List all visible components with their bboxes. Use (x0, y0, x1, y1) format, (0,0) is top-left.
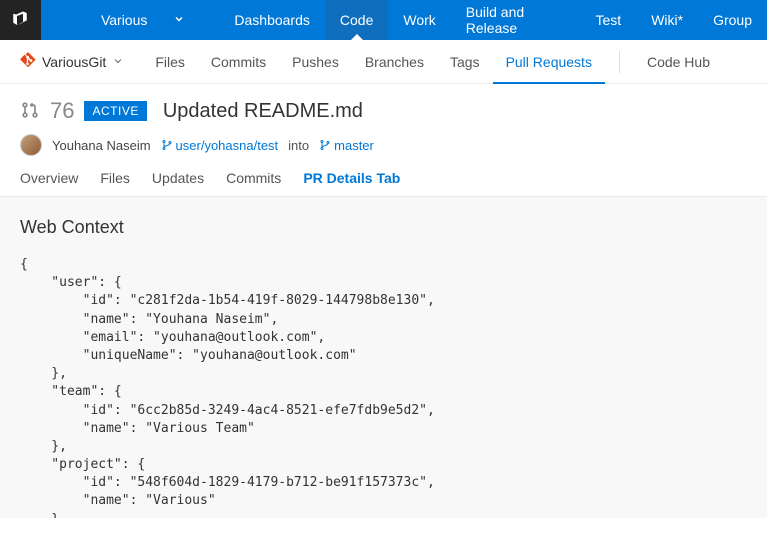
chevron-down-icon (173, 12, 185, 28)
web-context-json: { "user": { "id": "c281f2da-1b54-419f-80… (20, 256, 747, 518)
chevron-down-icon (112, 54, 124, 70)
global-nav: Various DashboardsCodeWorkBuild and Rele… (0, 0, 767, 40)
subnav-item-pushes[interactable]: Pushes (279, 40, 352, 84)
vsts-logo-icon (11, 10, 29, 31)
pr-tabs: Overview Files Updates Commits PR Details Ta… (0, 156, 767, 197)
git-icon (20, 52, 36, 71)
source-branch[interactable]: user/yohasna/test (161, 138, 279, 153)
target-branch[interactable]: master (319, 138, 374, 153)
repo-selector[interactable]: VariousGit (20, 52, 124, 71)
pr-tab-files[interactable]: Files (100, 170, 130, 196)
pr-number: 76 (50, 98, 74, 124)
pr-tab-commits[interactable]: Commits (226, 170, 281, 196)
divider (619, 51, 620, 73)
topnav-item-group[interactable]: Group (698, 0, 767, 40)
code-hub-link[interactable]: Code Hub (634, 40, 723, 84)
subnav-item-branches[interactable]: Branches (352, 40, 437, 84)
pr-meta: Youhana Naseim user/yohasna/test into ma… (20, 134, 747, 156)
pr-title: Updated README.md (163, 100, 363, 123)
top-nav-items: DashboardsCodeWorkBuild and ReleaseTestW… (219, 0, 767, 40)
source-branch-name: user/yohasna/test (176, 138, 279, 153)
subnav-item-commits[interactable]: Commits (198, 40, 279, 84)
pr-author[interactable]: Youhana Naseim (52, 138, 151, 153)
topnav-item-code[interactable]: Code (325, 0, 388, 40)
subnav-item-pull-requests[interactable]: Pull Requests (493, 40, 605, 84)
pr-status-badge: ACTIVE (84, 101, 146, 121)
pr-tab-updates[interactable]: Updates (152, 170, 204, 196)
topnav-item-dashboards[interactable]: Dashboards (219, 0, 325, 40)
project-name: Various (101, 12, 147, 28)
pr-tab-overview[interactable]: Overview (20, 170, 78, 196)
topnav-item-build-and-release[interactable]: Build and Release (451, 0, 581, 40)
subnav-items: FilesCommitsPushesBranchesTagsPull Reque… (142, 40, 605, 84)
pr-header: 76 ACTIVE Updated README.md Youhana Nase… (0, 84, 767, 156)
vsts-logo[interactable] (0, 0, 41, 40)
subnav-item-tags[interactable]: Tags (437, 40, 493, 84)
topnav-item-test[interactable]: Test (581, 0, 637, 40)
code-subnav: VariousGit FilesCommitsPushesBranchesTag… (0, 40, 767, 84)
target-branch-name: master (334, 138, 374, 153)
topnav-item-wiki-[interactable]: Wiki* (636, 0, 698, 40)
pull-request-icon (20, 100, 40, 123)
pr-details-panel: Web Context { "user": { "id": "c281f2da-… (0, 197, 767, 518)
repo-name: VariousGit (42, 54, 106, 70)
pr-tab-pr-details-tab[interactable]: PR Details Tab (303, 170, 400, 196)
subnav-item-files[interactable]: Files (142, 40, 198, 84)
project-selector[interactable]: Various (41, 0, 219, 40)
pr-title-row: 76 ACTIVE Updated README.md (20, 98, 747, 124)
topnav-item-work[interactable]: Work (388, 0, 450, 40)
avatar[interactable] (20, 134, 42, 156)
into-label: into (288, 138, 309, 153)
panel-heading: Web Context (20, 217, 747, 238)
